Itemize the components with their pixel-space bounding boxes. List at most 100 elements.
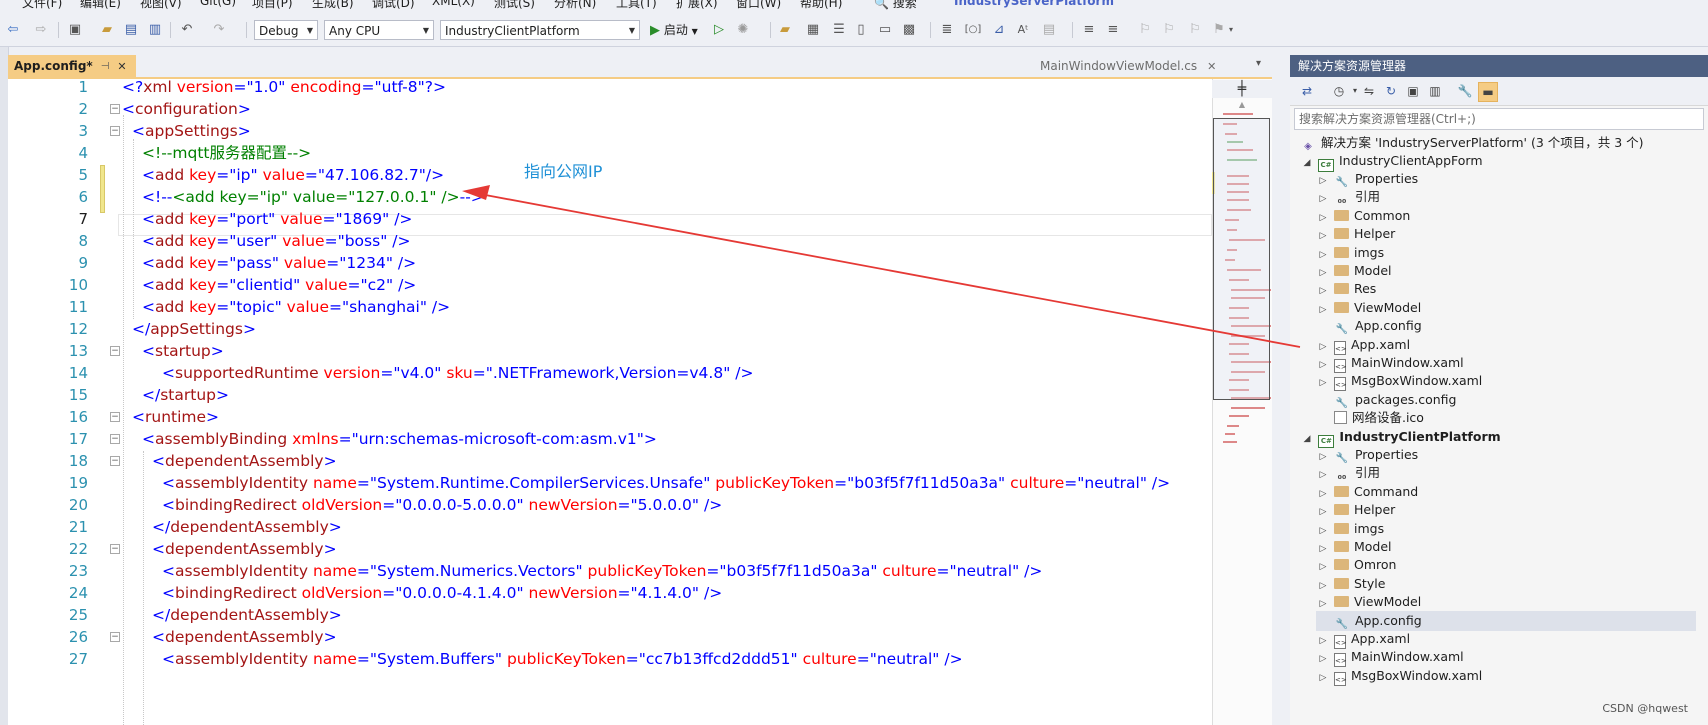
properties-wrench-icon[interactable]: 🔧 <box>1456 82 1474 100</box>
menu-git[interactable]: Git(G) <box>200 0 236 8</box>
menu-window[interactable]: 窗口(W) <box>736 0 781 11</box>
step-icon[interactable]: ⊿ <box>990 19 1008 39</box>
tree-item[interactable]: ▷ Omron <box>1316 555 1397 575</box>
menu-extensions[interactable]: 扩展(X) <box>676 0 718 11</box>
toolbar-overflow-icon[interactable]: ▾ <box>1226 19 1236 39</box>
open-folder-icon[interactable]: ▰ <box>98 19 116 39</box>
tree-item[interactable]: ▷ Helper <box>1316 500 1396 520</box>
redo-icon[interactable]: ↷ <box>210 19 228 39</box>
prev-bookmark-icon[interactable]: ⚐ <box>1160 19 1178 39</box>
solution-node[interactable]: ◈ 解决方案 'IndustryServerPlatform' (3 个项目，共 … <box>1300 133 1643 153</box>
tree-item[interactable]: ▷ Model <box>1316 261 1392 281</box>
undo-icon[interactable]: ↶ <box>178 19 196 39</box>
code-editor[interactable]: 1 <?xml version="1.0" encoding="utf-8"?>… <box>8 79 1212 725</box>
menu-edit[interactable]: 编辑(E) <box>80 0 121 11</box>
menu-analyze[interactable]: 分析(N) <box>554 0 596 11</box>
properties-icon[interactable]: ▭ <box>876 19 894 39</box>
minimap-viewport[interactable] <box>1213 118 1270 400</box>
tree-item[interactable]: ▷ <> MainWindow.xaml <box>1316 353 1464 373</box>
start-without-debug-icon[interactable]: ▷ <box>710 19 728 39</box>
back-icon[interactable]: ⇦ <box>4 19 22 39</box>
menu-help[interactable]: 帮助(H) <box>800 0 842 11</box>
pin-icon[interactable]: ⊣ <box>101 61 110 72</box>
tree-item[interactable]: 网络设备.ico <box>1316 408 1424 428</box>
tree-item[interactable]: ▷ <> MsgBoxWindow.xaml <box>1316 371 1482 391</box>
font-icon[interactable]: Aᵗ <box>1014 19 1032 39</box>
menu-build[interactable]: 生成(B) <box>312 0 354 11</box>
expanded-arrow-icon[interactable]: ◢ <box>1300 429 1314 449</box>
tab-list-icon[interactable]: ▾ <box>1256 58 1261 69</box>
tree-item[interactable]: ▷ <> MainWindow.xaml <box>1316 647 1464 667</box>
tree-item[interactable]: ▷ 🔧 Properties <box>1316 169 1419 189</box>
tree-item[interactable]: 🔧 packages.config <box>1316 390 1457 410</box>
tree-item[interactable]: ▷ ViewModel <box>1316 298 1422 318</box>
tree-item[interactable]: ▷ Res <box>1316 279 1377 299</box>
forward-icon[interactable]: ⇨ <box>32 19 50 39</box>
comment-icon[interactable]: ≡ <box>1080 19 1098 39</box>
search-menu[interactable]: 🔍 搜索 <box>874 0 917 11</box>
save-all-icon[interactable]: ▥ <box>146 19 164 39</box>
tree-item[interactable]: ▷ Style <box>1316 574 1386 594</box>
preview-icon[interactable]: ▬ <box>1478 82 1498 102</box>
collapse-icon[interactable]: − <box>110 346 120 356</box>
align-icon[interactable]: ≣ <box>938 19 956 39</box>
tree-item[interactable]: ▷ 🔧 Properties <box>1316 445 1419 465</box>
split-window-icon[interactable]: ╪ <box>1212 80 1272 98</box>
tree-item[interactable]: ▷ ₀₀ 引用 <box>1316 187 1380 207</box>
tree-item-selected[interactable]: 🔧 App.config <box>1316 611 1696 631</box>
save-icon[interactable]: ▤ <box>122 19 140 39</box>
tree-item[interactable]: ▷ Common <box>1316 206 1411 226</box>
project-node[interactable]: ◢ C# IndustryClientAppForm <box>1300 151 1483 173</box>
grid-icon[interactable]: ▩ <box>900 19 918 39</box>
expanded-arrow-icon[interactable]: ◢ <box>1300 153 1314 173</box>
refresh-icon[interactable]: ↻ <box>1382 82 1400 100</box>
tree-item[interactable]: ▷ Helper <box>1316 224 1396 244</box>
configuration-select[interactable]: Debug ▼ <box>254 20 318 40</box>
start-button[interactable]: ▶ 启动 ▼ <box>650 20 698 40</box>
tab-mainwindowviewmodel[interactable]: MainWindowViewModel.cs ✕ <box>1040 55 1216 77</box>
collapse-icon[interactable]: − <box>110 456 120 466</box>
collapse-icon[interactable]: − <box>110 126 120 136</box>
menu-file[interactable]: 文件(F) <box>22 0 62 11</box>
layout-icon[interactable]: ▦ <box>804 19 822 39</box>
tree-item[interactable]: 🔧 App.config <box>1316 316 1422 336</box>
platform-select[interactable]: Any CPU ▼ <box>324 20 434 40</box>
menu-xml[interactable]: XML(X) <box>432 0 475 8</box>
panel-splitter[interactable] <box>1272 55 1290 725</box>
tree-item[interactable]: ▷ Command <box>1316 482 1419 502</box>
tree-item[interactable]: ▷ <> MsgBoxWindow.xaml <box>1316 666 1482 686</box>
close-icon[interactable]: ✕ <box>117 60 126 73</box>
document-icon[interactable]: ▯ <box>852 19 870 39</box>
tree-item[interactable]: ▷ <> App.xaml <box>1316 629 1410 649</box>
tree-item[interactable]: ▷ imgs <box>1316 243 1385 263</box>
scroll-up-icon[interactable]: ▲ <box>1212 100 1272 112</box>
tree-item[interactable]: ▷ <> App.xaml <box>1316 335 1410 355</box>
new-project-icon[interactable]: ▣ <box>66 19 84 39</box>
collapse-icon[interactable]: − <box>110 632 120 642</box>
tree-item[interactable]: ▷ imgs <box>1316 519 1385 539</box>
menu-project[interactable]: 项目(P) <box>252 0 293 11</box>
format-icon[interactable]: ▤ <box>1040 19 1058 39</box>
sync-icon[interactable]: ⇄ <box>1298 82 1316 100</box>
close-icon[interactable]: ✕ <box>1207 60 1216 73</box>
menu-test[interactable]: 测试(S) <box>494 0 535 11</box>
collapse-icon[interactable]: − <box>110 434 120 444</box>
pending-changes-icon[interactable]: ⇋ <box>1360 82 1378 100</box>
menu-tools[interactable]: 工具(T) <box>616 0 657 11</box>
menu-debug[interactable]: 调试(D) <box>372 0 415 11</box>
collapse-icon[interactable]: − <box>110 544 120 554</box>
show-all-files-icon[interactable]: ▥ <box>1426 82 1444 100</box>
brackets-icon[interactable]: [○] <box>964 19 982 39</box>
project-node[interactable]: ◢ C# IndustryClientPlatform <box>1300 427 1501 449</box>
browse-icon[interactable]: ▰ <box>776 19 794 39</box>
collapse-all-icon[interactable]: ▣ <box>1404 82 1422 100</box>
startup-project-select[interactable]: IndustryClientPlatform ▼ <box>440 20 640 40</box>
menu-view[interactable]: 视图(V) <box>140 0 182 11</box>
hot-reload-icon[interactable]: ✺ <box>734 19 752 39</box>
next-bookmark-icon[interactable]: ⚐ <box>1186 19 1204 39</box>
uncomment-icon[interactable]: ≡ <box>1104 19 1122 39</box>
tree-item[interactable]: ▷ Model <box>1316 537 1392 557</box>
list-icon[interactable]: ☰ <box>830 19 848 39</box>
tab-app-config[interactable]: App.config* ⊣ ✕ <box>8 55 136 77</box>
bookmark-icon[interactable]: ⚐ <box>1136 19 1154 39</box>
